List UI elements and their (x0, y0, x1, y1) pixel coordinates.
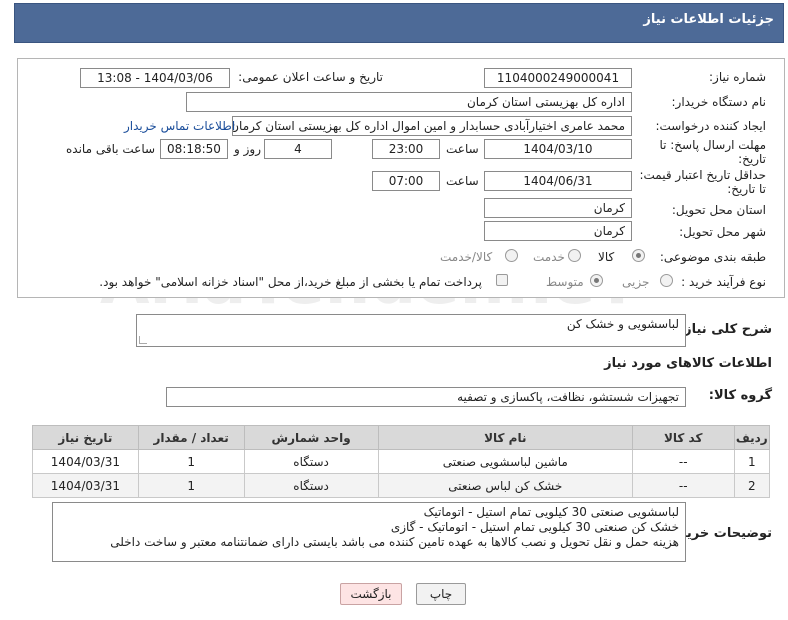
goods-table-header-row: ردیف کد کالا نام کالا واحد شمارش تعداد /… (32, 425, 771, 450)
goods-section-title: اطلاعات کالاهای مورد نیاز (604, 356, 772, 371)
announce-datetime-label: تاریخ و ساعت اعلان عمومی: (238, 70, 383, 84)
description-text: لباسشویی و خشک کن (566, 317, 679, 331)
category-radio-goods[interactable] (632, 249, 645, 262)
price-validity-time-field: 07:00 (372, 171, 440, 191)
description-textarea[interactable]: لباسشویی و خشک کن (136, 314, 686, 347)
header-quantity: تعداد / مقدار (137, 425, 245, 450)
cell-unit: دستگاه (243, 473, 379, 498)
category-option-service: خدمت (533, 250, 565, 264)
cell-need-date: 1404/03/31 (32, 449, 139, 474)
header-need-date: تاریخ نیاز (32, 425, 139, 450)
deadline-time-field: 23:00 (372, 139, 440, 159)
category-radio-service[interactable] (568, 249, 581, 262)
remaining-time-label: ساعت باقی مانده (66, 142, 156, 156)
province-field: کرمان (484, 198, 632, 218)
need-number-field: 1104000249000041 (484, 68, 632, 88)
header-item-name: نام کالا (377, 425, 633, 450)
deadline-label-date: تاریخ: (738, 152, 766, 166)
buyer-notes-line: خشک کن صنعتی 30 کیلویی تمام استیل - اتوم… (390, 520, 679, 534)
description-label: شرح کلی نیاز: (678, 322, 772, 337)
buyer-contact-link[interactable]: اطلاعات تماس خریدار (124, 119, 235, 133)
cell-quantity: 1 (137, 449, 245, 474)
deadline-date-field: 1404/03/10 (484, 139, 632, 159)
category-option-goods: کالا (598, 250, 615, 264)
buyer-notes-line: لباسشویی صنعتی 30 کیلویی تمام استیل - ات… (423, 505, 679, 519)
creator-label: ایجاد کننده درخواست: (655, 119, 766, 133)
creator-field: محمد عامری اختیارآبادی حسابدار و امین ام… (232, 116, 632, 136)
page-title: جزئیات اطلاعات نیاز (643, 12, 774, 27)
cell-quantity: 1 (137, 473, 245, 498)
price-validity-label-date: تا تاریخ: (727, 182, 766, 196)
header-row-number: ردیف (733, 425, 771, 450)
table-row: 1 -- ماشین لباسشویی صنعتی دستگاه 1 1404/… (32, 449, 771, 474)
back-button[interactable]: بازگشت (340, 583, 402, 605)
need-number-label: شماره نیاز: (709, 70, 766, 84)
cell-row-number: 1 (733, 449, 771, 474)
days-remaining-field: 4 (264, 139, 332, 159)
buyer-org-label: نام دستگاه خریدار: (671, 95, 767, 109)
buyer-notes-textarea[interactable]: لباسشویی صنعتی 30 کیلویی تمام استیل - ات… (52, 502, 686, 562)
price-validity-time-label: ساعت (446, 174, 479, 188)
table-row: 2 -- خشک کن لباس صنعتی دستگاه 1 1404/03/… (32, 473, 771, 498)
cell-need-date: 1404/03/31 (32, 473, 139, 498)
treasury-payment-checkbox[interactable] (496, 274, 508, 286)
process-radio-minor[interactable] (660, 274, 673, 287)
price-validity-date-field: 1404/06/31 (484, 171, 632, 191)
treasury-payment-note: پرداخت تمام یا بخشی از مبلغ خرید،از محل … (99, 275, 482, 289)
category-option-goods-service: کالا/خدمت (440, 250, 493, 264)
cell-item-code: -- (631, 449, 735, 474)
header-item-code: کد کالا (631, 425, 735, 450)
province-label: استان محل تحویل: (671, 203, 766, 217)
days-label: روز و (234, 142, 261, 156)
buyer-org-field: اداره کل بهزیستی استان کرمان (186, 92, 632, 112)
goods-group-field: تجهیزات شستشو، نظافت، پاکسازی و تصفیه (166, 387, 686, 407)
cell-item-code: -- (631, 473, 735, 498)
announce-datetime-field: 1404/03/06 - 13:08 (80, 68, 230, 88)
deadline-time-label: ساعت (446, 142, 479, 156)
goods-table: ردیف کد کالا نام کالا واحد شمارش تعداد /… (32, 425, 771, 498)
city-label: شهر محل تحویل: (679, 225, 766, 239)
remaining-time-field: 08:18:50 (160, 139, 228, 159)
process-option-medium: متوسط (546, 275, 584, 289)
print-button[interactable]: چاپ (416, 583, 466, 605)
header-unit: واحد شمارش (243, 425, 379, 450)
cell-item-name: خشک کن لباس صنعتی (377, 473, 633, 498)
goods-group-label: گروه کالا: (708, 388, 772, 403)
process-radio-medium[interactable] (590, 274, 603, 287)
process-type-label: نوع فرآیند خرید : (681, 275, 766, 289)
price-validity-label: حداقل تاریخ اعتبار قیمت: (639, 168, 766, 182)
cell-item-name: ماشین لباسشویی صنعتی (377, 449, 633, 474)
process-option-minor: جزیی (622, 275, 650, 289)
category-radio-goods-service[interactable] (505, 249, 518, 262)
cell-row-number: 2 (733, 473, 771, 498)
city-field: کرمان (484, 221, 632, 241)
resize-grip-icon[interactable] (139, 336, 147, 344)
buyer-notes-line: هزینه حمل و نقل تحویل و نصب کالاها به عه… (110, 535, 679, 549)
deadline-label: مهلت ارسال پاسخ: تا (659, 138, 766, 152)
category-label: طبقه بندی موضوعی: (659, 250, 766, 264)
cell-unit: دستگاه (243, 449, 379, 474)
